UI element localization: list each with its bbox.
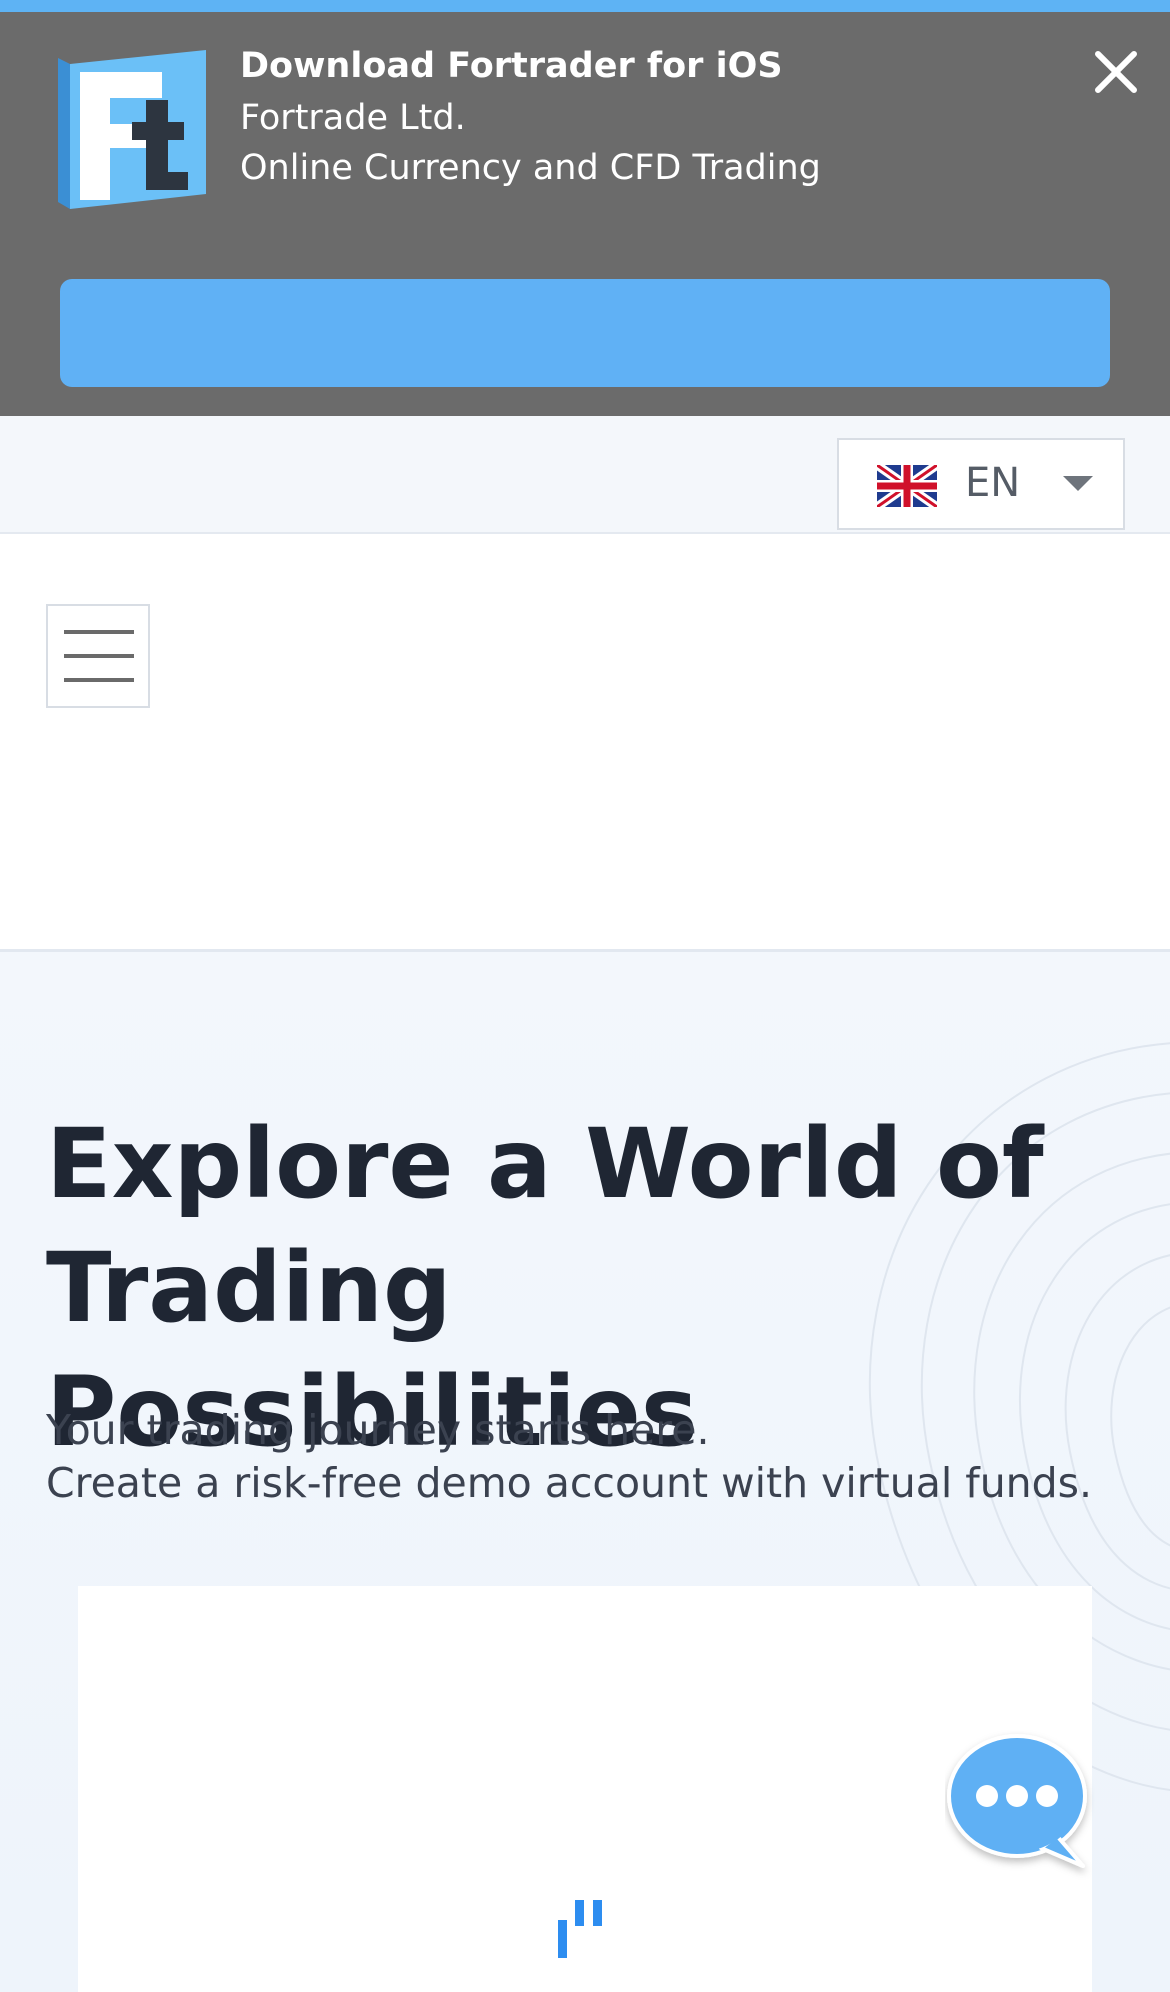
app-banner-publisher: Fortrade Ltd. [240,98,466,138]
hamburger-line [64,678,134,682]
app-download-banner: Download Fortrader for iOS Fortrade Ltd.… [0,12,1170,416]
chevron-down-icon [1063,476,1093,491]
hero-subtitle-line1: Your trading journey starts here. [46,1406,710,1454]
app-banner-tagline: Online Currency and CFD Trading [240,148,821,188]
signup-form-card [78,1586,1092,1992]
fortrader-logo-icon [58,50,206,209]
loading-spinner-icon [558,1900,602,1958]
app-download-button[interactable] [60,279,1110,387]
app-banner-title: Download Fortrader for iOS [240,46,783,86]
hamburger-line [64,654,134,658]
language-code: EN [965,460,1021,506]
language-selector[interactable]: EN [837,438,1125,530]
uk-flag-icon [877,465,937,507]
chat-bubble-icon[interactable] [945,1730,1095,1880]
language-bar: EN [0,416,1170,534]
top-accent-strip [0,0,1170,12]
hamburger-menu-icon [64,630,134,634]
close-icon[interactable] [1090,46,1142,98]
hamburger-menu-button[interactable] [46,604,150,708]
hero-subtitle-line2: Create a risk-free demo account with vir… [46,1459,1093,1507]
site-header [0,534,1170,952]
